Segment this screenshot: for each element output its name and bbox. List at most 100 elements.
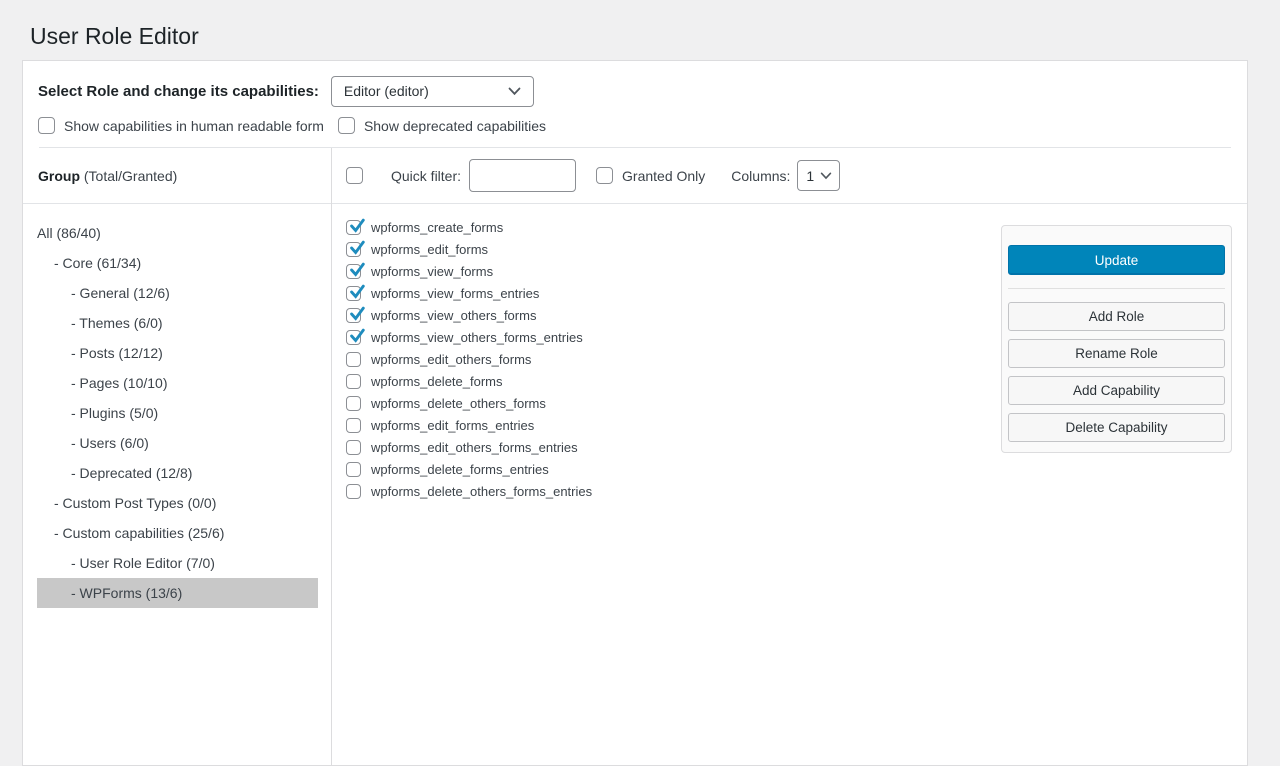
capability-checkbox[interactable] <box>346 484 361 499</box>
capability-checkbox[interactable] <box>346 330 361 345</box>
role-select-value: Editor (editor) <box>344 83 429 99</box>
human-readable-option[interactable]: Show capabilities in human readable form <box>38 117 324 134</box>
group-tree-item[interactable]: - Pages (10/10) <box>37 368 318 398</box>
capability-label[interactable]: wpforms_edit_others_forms <box>371 352 531 367</box>
groups-tree: All (86/40) - Core (61/34) - General (12… <box>23 204 331 608</box>
capability-label[interactable]: wpforms_delete_others_forms_entries <box>371 484 592 499</box>
capabilities-body: wpforms_create_forms wpforms_edit_forms … <box>332 204 1247 765</box>
group-tree-item-label: - User Role Editor (7/0) <box>71 555 215 571</box>
capability-row: wpforms_delete_others_forms_entries <box>346 480 981 502</box>
actions-panel: Update Add Role Rename Role Add Capability… <box>1001 225 1232 453</box>
page-title: User Role Editor <box>30 21 1280 51</box>
columns-select[interactable]: 1 <box>797 160 840 191</box>
capability-checkbox[interactable] <box>346 462 361 477</box>
capability-checkbox[interactable] <box>346 374 361 389</box>
group-tree-item-label: - Deprecated (12/8) <box>71 465 192 481</box>
groups-header-title: Group <box>38 168 80 184</box>
group-tree-item[interactable]: - Users (6/0) <box>37 428 318 458</box>
groups-header: Group (Total/Granted) <box>23 148 331 204</box>
capability-row: wpforms_view_others_forms_entries <box>346 326 981 348</box>
capability-row: wpforms_view_forms_entries <box>346 282 981 304</box>
human-readable-label: Show capabilities in human readable form <box>64 118 324 134</box>
capability-row: wpforms_view_forms <box>346 260 981 282</box>
capability-row: wpforms_edit_forms_entries <box>346 414 981 436</box>
group-tree-item[interactable]: - User Role Editor (7/0) <box>37 548 318 578</box>
capability-checkbox[interactable] <box>346 286 361 301</box>
capability-checkbox[interactable] <box>346 396 361 411</box>
capability-label[interactable]: wpforms_edit_others_forms_entries <box>371 440 578 455</box>
groups-header-suffix: (Total/Granted) <box>80 168 177 184</box>
capability-label[interactable]: wpforms_view_forms <box>371 264 493 279</box>
human-readable-checkbox[interactable] <box>38 117 55 134</box>
capability-checkbox[interactable] <box>346 242 361 257</box>
groups-column: Group (Total/Granted) All (86/40) - Core… <box>23 148 332 765</box>
columns-control: Columns: 1 <box>731 160 840 191</box>
group-tree-item[interactable]: - Custom capabilities (25/6) <box>37 518 318 548</box>
capability-label[interactable]: wpforms_delete_forms_entries <box>371 462 549 477</box>
capabilities-grid: Group (Total/Granted) All (86/40) - Core… <box>23 148 1247 765</box>
group-tree-item-label: - WPForms (13/6) <box>71 585 182 601</box>
group-tree-item[interactable]: - Deprecated (12/8) <box>37 458 318 488</box>
group-tree-item-label: - Core (61/34) <box>54 255 141 271</box>
action-button-add-role[interactable]: Add Role <box>1008 302 1225 331</box>
granted-only-checkbox[interactable] <box>596 167 613 184</box>
capability-label[interactable]: wpforms_view_others_forms <box>371 308 536 323</box>
filter-bar: Quick filter: Granted Only Columns: 1 <box>332 148 1247 204</box>
action-button-rename-role[interactable]: Rename Role <box>1008 339 1225 368</box>
capability-row: wpforms_delete_others_forms <box>346 392 981 414</box>
group-tree-item[interactable]: - Plugins (5/0) <box>37 398 318 428</box>
role-selector-label: Select Role and change its capabilities: <box>38 83 319 100</box>
group-tree-item[interactable]: - Themes (6/0) <box>37 308 318 338</box>
group-tree-item[interactable]: - Posts (12/12) <box>37 338 318 368</box>
capability-label[interactable]: wpforms_delete_forms <box>371 374 503 389</box>
capability-checkbox[interactable] <box>346 308 361 323</box>
role-select[interactable]: Editor (editor) <box>331 76 534 107</box>
capability-checkbox[interactable] <box>346 440 361 455</box>
group-tree-item[interactable]: - WPForms (13/6) <box>37 578 318 608</box>
capability-checkbox[interactable] <box>346 352 361 367</box>
group-tree-item-label: All (86/40) <box>37 225 101 241</box>
capability-row: wpforms_edit_forms <box>346 238 981 260</box>
capability-label[interactable]: wpforms_create_forms <box>371 220 503 235</box>
group-tree-item-label: - Custom capabilities (25/6) <box>54 525 224 541</box>
action-button-add-capability[interactable]: Add Capability <box>1008 376 1225 405</box>
group-tree-item[interactable]: - Core (61/34) <box>37 248 318 278</box>
select-all-checkbox[interactable] <box>346 167 363 184</box>
group-tree-item[interactable]: - Custom Post Types (0/0) <box>37 488 318 518</box>
capability-checkbox[interactable] <box>346 220 361 235</box>
columns-label: Columns: <box>731 168 790 184</box>
chevron-down-icon <box>508 87 521 96</box>
capability-checkbox[interactable] <box>346 418 361 433</box>
show-deprecated-checkbox[interactable] <box>338 117 355 134</box>
action-button-delete-capability[interactable]: Delete Capability <box>1008 413 1225 442</box>
capability-row: wpforms_edit_others_forms_entries <box>346 436 981 458</box>
granted-only-option[interactable]: Granted Only <box>596 167 705 184</box>
capabilities-column: Quick filter: Granted Only Columns: 1 <box>332 148 1247 765</box>
show-deprecated-option[interactable]: Show deprecated capabilities <box>338 117 546 134</box>
capability-row: wpforms_view_others_forms <box>346 304 981 326</box>
user-role-editor-panel: Select Role and change its capabilities:… <box>22 60 1248 766</box>
capability-label[interactable]: wpforms_edit_forms_entries <box>371 418 534 433</box>
group-tree-item[interactable]: - General (12/6) <box>37 278 318 308</box>
capability-label[interactable]: wpforms_delete_others_forms <box>371 396 546 411</box>
capability-row: wpforms_delete_forms <box>346 370 981 392</box>
capability-label[interactable]: wpforms_edit_forms <box>371 242 488 257</box>
update-button[interactable]: Update <box>1008 245 1225 275</box>
group-tree-item-label: - Users (6/0) <box>71 435 149 451</box>
capability-row: wpforms_create_forms <box>346 216 981 238</box>
panel-divider <box>1008 288 1225 289</box>
group-tree-item-label: - Themes (6/0) <box>71 315 163 331</box>
capability-label[interactable]: wpforms_view_forms_entries <box>371 286 539 301</box>
capabilities-list: wpforms_create_forms wpforms_edit_forms … <box>332 204 981 765</box>
group-tree-item-label: - Custom Post Types (0/0) <box>54 495 216 511</box>
chevron-down-icon <box>820 172 832 180</box>
role-selector-row: Select Role and change its capabilities:… <box>23 61 1247 107</box>
capability-label[interactable]: wpforms_view_others_forms_entries <box>371 330 583 345</box>
columns-select-value: 1 <box>806 168 814 184</box>
capability-checkbox[interactable] <box>346 264 361 279</box>
group-tree-item[interactable]: All (86/40) <box>37 218 318 248</box>
quick-filter-input[interactable] <box>469 159 576 192</box>
capability-row: wpforms_delete_forms_entries <box>346 458 981 480</box>
show-deprecated-label: Show deprecated capabilities <box>364 118 546 134</box>
quick-filter-label: Quick filter: <box>391 168 461 184</box>
